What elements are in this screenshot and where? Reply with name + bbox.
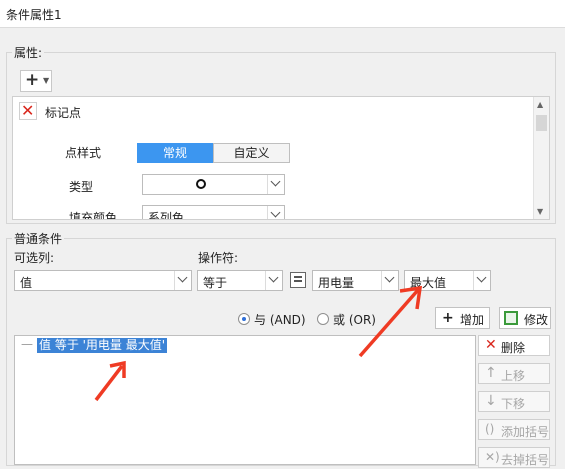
dropdown-button[interactable] xyxy=(267,206,284,219)
fill-color-select[interactable]: 系列色 xyxy=(142,205,285,220)
chevron-down-icon xyxy=(177,272,188,283)
move-down-button[interactable]: ↓ 下移 xyxy=(478,391,550,412)
vertical-scrollbar[interactable]: ▲ ▼ xyxy=(533,97,549,219)
delete-marker-button[interactable]: ✕ xyxy=(19,101,37,120)
add-parentheses-label: 添加括号 xyxy=(501,425,550,439)
arrow-up-icon: ↑ xyxy=(485,365,497,381)
title-bar: 条件属性1 xyxy=(0,0,565,28)
attribute-panel: ✕ 标记点 点样式 常规 自定义 类型 填充颜色 系列色 ▲ ▼ xyxy=(12,96,550,220)
column-select[interactable]: 值 xyxy=(14,270,192,291)
scroll-up-icon[interactable]: ▲ xyxy=(537,100,543,109)
radio-or-label[interactable]: 或 (OR) xyxy=(333,311,376,328)
field-value: 用电量 xyxy=(318,276,355,290)
plus-icon: + xyxy=(25,70,40,90)
condition-list[interactable]: — 值 等于 '用电量 最大值' xyxy=(14,335,476,465)
radio-or[interactable] xyxy=(317,313,329,325)
remove-parentheses-icon: ✕) xyxy=(485,450,500,464)
window-title: 条件属性1 xyxy=(6,8,62,22)
add-label: 增加 xyxy=(460,313,485,327)
aggregate-value: 最大值 xyxy=(410,276,447,290)
marker-title: 标记点 xyxy=(45,106,82,120)
dropdown-button[interactable] xyxy=(267,175,284,194)
move-down-label: 下移 xyxy=(501,397,526,411)
dropdown-button[interactable] xyxy=(381,271,398,290)
scroll-down-icon[interactable]: ▼ xyxy=(537,207,543,216)
fill-color-value: 系列色 xyxy=(148,211,185,220)
add-property-button[interactable]: + ▼ xyxy=(20,70,52,92)
edit-icon xyxy=(504,311,518,325)
edit-condition-button[interactable]: 修改 xyxy=(499,307,551,329)
field-select[interactable]: 用电量 xyxy=(312,270,399,291)
move-up-button[interactable]: ↑ 上移 xyxy=(478,363,550,384)
edit-label: 修改 xyxy=(524,313,549,327)
chevron-down-icon xyxy=(270,207,281,218)
scroll-thumb[interactable] xyxy=(536,115,547,131)
remove-parentheses-button[interactable]: ✕) 去掉括号 xyxy=(478,447,550,468)
operator-select[interactable]: 等于 xyxy=(197,270,283,291)
operator-label: 操作符: xyxy=(198,251,239,265)
parentheses-icon: () xyxy=(485,422,495,436)
chevron-down-icon xyxy=(268,272,279,283)
radio-and[interactable] xyxy=(238,313,250,325)
chevron-down-icon xyxy=(270,176,281,187)
red-x-icon: ✕ xyxy=(21,101,35,120)
add-condition-button[interactable]: + 增加 xyxy=(435,307,490,329)
operator-value: 等于 xyxy=(203,276,228,290)
delete-label: 删除 xyxy=(501,341,526,355)
remove-parentheses-label: 去掉括号 xyxy=(501,453,550,467)
column-value: 值 xyxy=(20,276,33,290)
formula-icon[interactable] xyxy=(290,272,306,288)
radio-dot xyxy=(242,317,246,321)
chevron-down-icon xyxy=(384,272,395,283)
type-select[interactable] xyxy=(142,174,285,195)
tab-custom[interactable]: 自定义 xyxy=(213,143,290,163)
dropdown-button[interactable] xyxy=(265,271,282,290)
properties-legend: 属性: xyxy=(12,44,45,61)
add-parentheses-button[interactable]: () 添加括号 xyxy=(478,419,550,440)
type-label: 类型 xyxy=(69,180,94,194)
column-label: 可选列: xyxy=(14,251,55,265)
aggregate-select[interactable]: 最大值 xyxy=(404,270,491,291)
radio-and-label[interactable]: 与 (AND) xyxy=(254,311,306,328)
tab-regular[interactable]: 常规 xyxy=(137,143,213,163)
arrow-down-icon: ↓ xyxy=(485,393,497,409)
move-up-label: 上移 xyxy=(501,369,526,383)
fill-color-label: 填充颜色 xyxy=(69,211,118,220)
delete-button[interactable]: ✕ 删除 xyxy=(478,335,550,356)
tree-line: — xyxy=(21,337,33,351)
caret-down-icon: ▼ xyxy=(43,76,50,85)
point-style-label: 点样式 xyxy=(65,146,102,160)
chevron-down-icon xyxy=(476,272,487,283)
condition-legend: 普通条件 xyxy=(12,230,65,247)
plus-icon: + xyxy=(442,310,454,326)
dropdown-button[interactable] xyxy=(174,271,191,290)
hollow-circle-icon xyxy=(196,179,206,189)
dropdown-button[interactable] xyxy=(473,271,490,290)
red-x-icon: ✕ xyxy=(485,337,497,353)
condition-item-selected[interactable]: 值 等于 '用电量 最大值' xyxy=(37,338,168,353)
